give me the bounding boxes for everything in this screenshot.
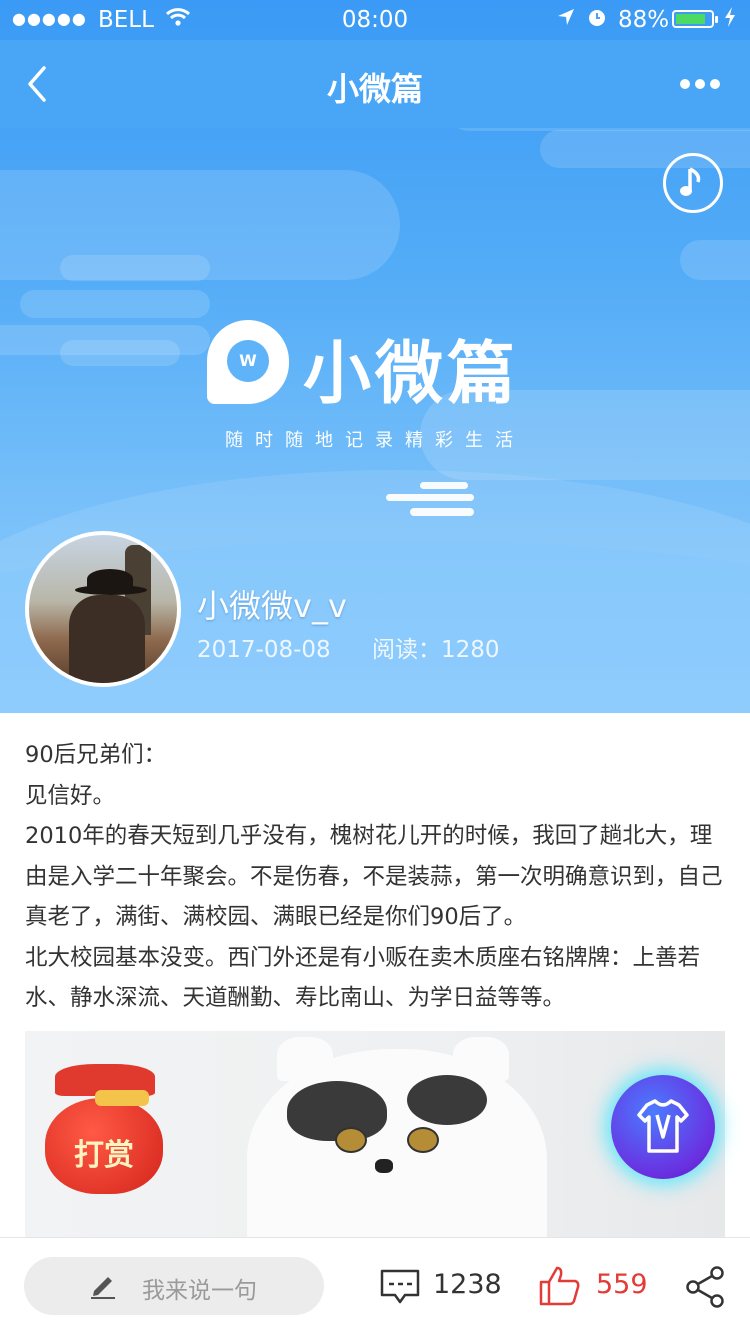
cat-nose bbox=[375, 1159, 393, 1173]
comment-button[interactable] bbox=[379, 1268, 421, 1306]
cat-eye bbox=[407, 1127, 439, 1153]
avatar-hat bbox=[87, 569, 133, 589]
logo-mark-icon: W bbox=[207, 320, 289, 404]
battery-fill bbox=[676, 14, 706, 24]
logo-wordmark: 小微篇 bbox=[303, 335, 520, 414]
alarm-icon bbox=[586, 6, 608, 33]
more-icon bbox=[680, 74, 725, 93]
battery-icon bbox=[672, 10, 714, 28]
article-meta: 2017-08-08 阅读：1280 bbox=[197, 630, 534, 664]
navigation-bar: 小微篇 bbox=[0, 40, 750, 128]
music-toggle-button[interactable] bbox=[663, 153, 723, 213]
bottom-action-bar: 我来说一句 1238 559 bbox=[0, 1237, 750, 1335]
comment-count: 1238 bbox=[433, 1269, 502, 1300]
publish-date: 2017-08-08 bbox=[197, 637, 331, 663]
like-count: 559 bbox=[596, 1269, 648, 1300]
cloud-decoration bbox=[60, 340, 180, 366]
cat-figure bbox=[247, 1037, 547, 1237]
tee-icon bbox=[637, 1099, 689, 1153]
reward-bag-tie bbox=[95, 1090, 149, 1106]
article-paragraph: 见信好。 bbox=[25, 782, 116, 809]
cloud-decoration bbox=[420, 482, 468, 489]
status-bar: ●●●●● BELL 08:00 88% bbox=[0, 0, 750, 40]
more-button[interactable] bbox=[680, 70, 730, 98]
comment-icon bbox=[380, 1269, 420, 1304]
article-paragraph: 90后兄弟们： bbox=[25, 742, 167, 768]
battery-percent: 88% bbox=[618, 7, 670, 33]
like-icon bbox=[539, 1266, 580, 1306]
cloud-decoration bbox=[680, 240, 750, 280]
avatar[interactable] bbox=[25, 531, 181, 687]
author-name[interactable]: 小微微v_v bbox=[197, 581, 347, 627]
article-body: 90后兄弟们： 见信好。 2010年的春天短到几乎没有，槐树花儿开的时候，我回了… bbox=[25, 735, 729, 1019]
cat-eye bbox=[335, 1127, 367, 1153]
cat-ear bbox=[277, 1037, 333, 1081]
like-button[interactable] bbox=[538, 1264, 582, 1308]
page-title: 小微篇 bbox=[326, 70, 423, 108]
cloud-decoration bbox=[386, 494, 474, 501]
logo-slogan: 随时随地记录精彩生活 bbox=[225, 430, 525, 451]
tee-floating-button[interactable] bbox=[611, 1075, 715, 1179]
share-icon bbox=[686, 1266, 724, 1308]
comment-placeholder: 我来说一句 bbox=[142, 1278, 257, 1304]
share-button[interactable] bbox=[684, 1265, 728, 1309]
pen-icon bbox=[88, 1273, 118, 1299]
article-header-banner: ●●●●● BELL 08:00 88% 小微篇 W 小微篇 随时随地记录精彩生… bbox=[0, 0, 750, 713]
app-logo: W 小微篇 bbox=[207, 318, 547, 414]
battery-tip bbox=[715, 16, 718, 23]
cloud-decoration bbox=[20, 290, 210, 318]
charging-icon bbox=[724, 7, 736, 32]
cat-patch bbox=[407, 1075, 487, 1125]
article-paragraph: 北大校园基本没变。西门外还是有小贩在卖木质座右铭牌牌：上善若水、静水深流、天道酬… bbox=[25, 944, 701, 1012]
read-count: 阅读：1280 bbox=[371, 637, 500, 663]
comment-input[interactable]: 我来说一句 bbox=[24, 1257, 324, 1315]
cloud-decoration bbox=[60, 255, 210, 281]
article-paragraph: 2010年的春天短到几乎没有，槐树花儿开的时候，我回了趟北大，理由是入学二十年聚… bbox=[25, 823, 723, 930]
reward-button[interactable]: 打赏 bbox=[45, 1064, 167, 1194]
reward-label: 打赏 bbox=[74, 1138, 134, 1173]
location-icon bbox=[556, 7, 576, 32]
music-icon bbox=[680, 167, 701, 196]
cloud-decoration bbox=[410, 508, 474, 516]
cat-ear bbox=[453, 1037, 509, 1081]
avatar-body bbox=[69, 595, 145, 683]
